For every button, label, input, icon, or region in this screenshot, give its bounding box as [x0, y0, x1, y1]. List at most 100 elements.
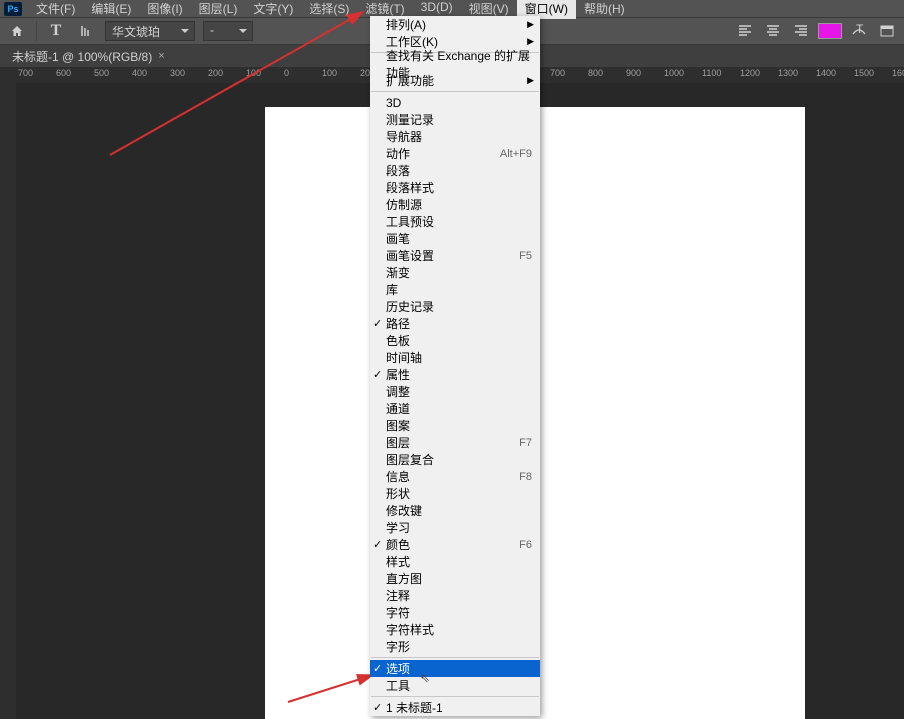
menu-item-调整[interactable]: 调整 — [370, 383, 540, 400]
ruler-tick: 1400 — [816, 68, 836, 78]
menu-item-工具[interactable]: 工具 — [370, 677, 540, 694]
menu-item-label: 历史记录 — [386, 298, 434, 315]
menu-item-渐变[interactable]: 渐变 — [370, 264, 540, 281]
menu-item-选项[interactable]: 选项 — [370, 660, 540, 677]
menu-item-排列A[interactable]: 排列(A) — [370, 16, 540, 33]
menu-item-画笔[interactable]: 画笔 — [370, 230, 540, 247]
menubar: Ps 文件(F)编辑(E)图像(I)图层(L)文字(Y)选择(S)滤镜(T)3D… — [0, 0, 904, 17]
menu-item-查找有关Exchange的扩展功能[interactable]: 查找有关 Exchange 的扩展功能... — [370, 55, 540, 72]
menu-item-label: 颜色 — [386, 536, 410, 553]
document-tab[interactable]: 未标题-1 @ 100%(RGB/8) × — [6, 48, 171, 65]
menu-文字[interactable]: 文字(Y) — [245, 0, 301, 19]
menu-item-字符[interactable]: 字符 — [370, 604, 540, 621]
font-style-select[interactable]: - — [203, 21, 253, 41]
menu-item-导航器[interactable]: 导航器 — [370, 128, 540, 145]
menu-item-信息[interactable]: 信息F8 — [370, 468, 540, 485]
menu-文件[interactable]: 文件(F) — [28, 0, 83, 19]
menu-item-label: 直方图 — [386, 570, 422, 587]
align-center-icon[interactable] — [762, 20, 784, 42]
menu-item-label: 动作 — [386, 145, 410, 162]
cursor-icon: ⇖ — [420, 671, 430, 685]
warp-text-icon[interactable]: T — [848, 20, 870, 42]
align-left-icon[interactable] — [734, 20, 756, 42]
menu-item-label: 扩展功能 — [386, 72, 434, 89]
ruler-tick: 1300 — [778, 68, 798, 78]
menu-item-画笔设置[interactable]: 画笔设置F5 — [370, 247, 540, 264]
menu-item-库[interactable]: 库 — [370, 281, 540, 298]
menu-item-label: 字形 — [386, 638, 410, 655]
text-color-swatch[interactable] — [818, 23, 842, 39]
menu-separator — [371, 657, 539, 658]
menu-item-字符样式[interactable]: 字符样式 — [370, 621, 540, 638]
menu-item-label: 画笔 — [386, 230, 410, 247]
menu-item-字形[interactable]: 字形 — [370, 638, 540, 655]
menu-item-label: 色板 — [386, 332, 410, 349]
ruler-vertical — [0, 83, 16, 719]
menu-item-形状[interactable]: 形状 — [370, 485, 540, 502]
menu-item-1未标题1[interactable]: 1 未标题-1 — [370, 699, 540, 716]
menu-item-shortcut: Alt+F9 — [500, 148, 532, 160]
menu-item-label: 样式 — [386, 553, 410, 570]
menu-item-注释[interactable]: 注释 — [370, 587, 540, 604]
menu-item-label: 段落样式 — [386, 179, 434, 196]
menu-item-时间轴[interactable]: 时间轴 — [370, 349, 540, 366]
menu-item-label: 图案 — [386, 417, 410, 434]
menu-item-label: 学习 — [386, 519, 410, 536]
menu-item-图案[interactable]: 图案 — [370, 417, 540, 434]
menu-item-label: 通道 — [386, 400, 410, 417]
align-right-icon[interactable] — [790, 20, 812, 42]
menu-separator — [371, 696, 539, 697]
app-logo: Ps — [4, 2, 22, 16]
ruler-tick: 100 — [246, 68, 261, 78]
menu-图像[interactable]: 图像(I) — [139, 0, 190, 19]
menu-item-label: 形状 — [386, 485, 410, 502]
menu-item-通道[interactable]: 通道 — [370, 400, 540, 417]
text-tool-icon[interactable]: T — [45, 20, 67, 42]
menu-图层[interactable]: 图层(L) — [191, 0, 246, 19]
orientation-icon[interactable] — [75, 20, 97, 42]
menu-item-色板[interactable]: 色板 — [370, 332, 540, 349]
menu-item-学习[interactable]: 学习 — [370, 519, 540, 536]
menu-item-label: 测量记录 — [386, 111, 434, 128]
menu-item-历史记录[interactable]: 历史记录 — [370, 298, 540, 315]
ruler-tick: 900 — [626, 68, 641, 78]
menu-编辑[interactable]: 编辑(E) — [83, 0, 139, 19]
menu-item-label: 图层 — [386, 434, 410, 451]
menu-item-测量记录[interactable]: 测量记录 — [370, 111, 540, 128]
menu-item-段落样式[interactable]: 段落样式 — [370, 179, 540, 196]
font-family-select[interactable]: 华文琥珀 — [105, 21, 195, 41]
menu-item-label: 调整 — [386, 383, 410, 400]
ruler-tick: 1000 — [664, 68, 684, 78]
menu-item-路径[interactable]: 路径 — [370, 315, 540, 332]
menu-item-属性[interactable]: 属性 — [370, 366, 540, 383]
menu-item-仿制源[interactable]: 仿制源 — [370, 196, 540, 213]
ruler-tick: 700 — [18, 68, 33, 78]
menu-item-工具预设[interactable]: 工具预设 — [370, 213, 540, 230]
menu-item-label: 工具预设 — [386, 213, 434, 230]
menu-item-扩展功能[interactable]: 扩展功能 — [370, 72, 540, 89]
menu-item-label: 渐变 — [386, 264, 410, 281]
menu-item-直方图[interactable]: 直方图 — [370, 570, 540, 587]
menu-item-修改键[interactable]: 修改键 — [370, 502, 540, 519]
menu-item-图层复合[interactable]: 图层复合 — [370, 451, 540, 468]
window-menu-dropdown: 排列(A)工作区(K)查找有关 Exchange 的扩展功能...扩展功能3D测… — [370, 16, 540, 716]
menu-选择[interactable]: 选择(S) — [301, 0, 357, 19]
menu-item-label: 字符样式 — [386, 621, 434, 638]
menu-帮助[interactable]: 帮助(H) — [576, 0, 633, 19]
ruler-tick: 1100 — [702, 68, 721, 78]
menu-item-label: 画笔设置 — [386, 247, 434, 264]
menu-item-样式[interactable]: 样式 — [370, 553, 540, 570]
menu-item-label: 注释 — [386, 587, 410, 604]
menu-item-3D[interactable]: 3D — [370, 94, 540, 111]
menu-item-颜色[interactable]: 颜色F6 — [370, 536, 540, 553]
panel-icon[interactable] — [876, 20, 898, 42]
svg-text:T: T — [856, 24, 864, 36]
close-icon[interactable]: × — [158, 50, 164, 62]
home-icon[interactable] — [6, 20, 28, 42]
ruler-tick: 300 — [170, 68, 185, 78]
menu-item-图层[interactable]: 图层F7 — [370, 434, 540, 451]
menu-item-动作[interactable]: 动作 Alt+F9 — [370, 145, 540, 162]
menu-item-段落[interactable]: 段落 — [370, 162, 540, 179]
menu-item-label: 字符 — [386, 604, 410, 621]
menu-item-label: 信息 — [386, 468, 410, 485]
